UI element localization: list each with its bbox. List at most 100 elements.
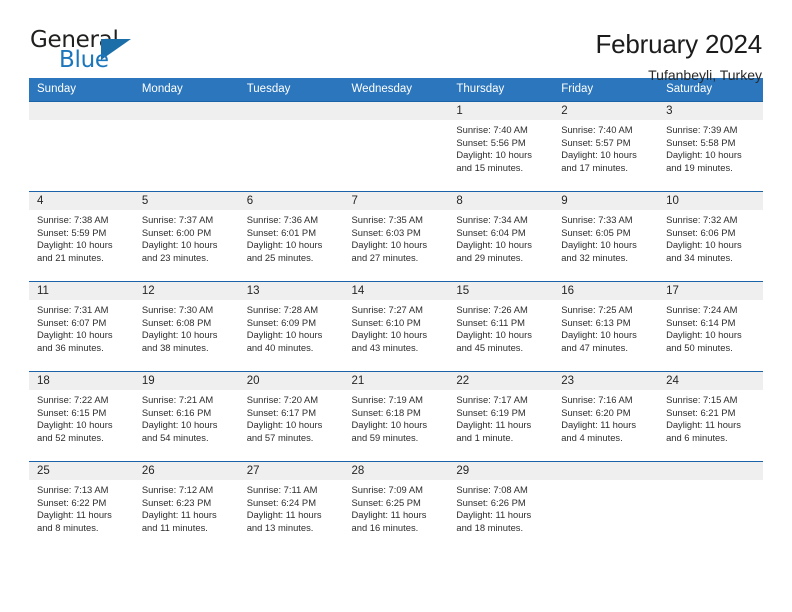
day-sunset-text: Sunset: 6:10 PM — [351, 316, 421, 328]
day-sunrise-text: Sunrise: 7:20 AM — [246, 394, 319, 405]
day-daylight-1-text: Daylight: 11 hours — [561, 419, 637, 431]
day-details: Sunrise: 7:08 AM Sunset: 6:26 PM Daylight:… — [448, 480, 553, 534]
day-daylight-2-text: and 21 minutes. — [37, 251, 104, 263]
day-number — [658, 462, 763, 480]
calendar-day-cell[interactable]: 12 Sunrise: 7:30 AM Sunset: 6:08 PM Dayligh… — [133, 281, 239, 372]
day-sunrise-text: Sunrise: 7:15 AM — [666, 394, 738, 405]
day-sunrise-text: Sunrise: 7:28 AM — [246, 304, 319, 315]
day-number: 24 — [658, 372, 763, 390]
day-daylight-2-text: and 13 minutes. — [246, 521, 314, 533]
day-daylight-2-text: and 27 minutes. — [351, 251, 419, 263]
calendar-cell-empty — [29, 101, 134, 192]
day-details: Sunrise: 7:11 AM Sunset: 6:24 PM Daylight:… — [239, 480, 344, 534]
day-daylight-2-text: and 17 minutes. — [561, 161, 628, 173]
day-details: Sunrise: 7:15 AM Sunset: 6:21 PM Daylight:… — [658, 390, 763, 444]
day-sunrise-text: Sunrise: 7:40 AM — [561, 124, 633, 135]
calendar-day-cell[interactable]: 27 Sunrise: 7:11 AM Sunset: 6:24 PM Dayligh… — [238, 461, 344, 550]
calendar-week-row: 1 Sunrise: 7:40 AM Sunset: 5:56 PM Daylight… — [29, 101, 763, 192]
day-daylight-2-text: and 8 minutes. — [37, 521, 99, 533]
day-sunrise-text: Sunrise: 7:39 AM — [666, 124, 738, 135]
calendar-day-cell[interactable]: 28 Sunrise: 7:09 AM Sunset: 6:25 PM Dayligh… — [343, 461, 449, 550]
day-details: Sunrise: 7:40 AM Sunset: 5:57 PM Daylight:… — [553, 120, 658, 174]
calendar-day-cell[interactable]: 9 Sunrise: 7:33 AM Sunset: 6:05 PM Daylight… — [553, 191, 659, 282]
day-sunrise-text: Sunrise: 7:25 AM — [561, 304, 633, 315]
day-sunset-text: Sunset: 6:22 PM — [37, 496, 107, 508]
calendar-day-cell[interactable]: 5 Sunrise: 7:37 AM Sunset: 6:00 PM Daylight… — [133, 191, 239, 282]
day-daylight-2-text: and 15 minutes. — [456, 161, 524, 173]
title-block: February 2024 Tufanbeyli, Turkey — [595, 27, 762, 83]
day-number: 23 — [553, 372, 659, 390]
day-daylight-2-text: and 43 minutes. — [351, 341, 419, 353]
day-details: Sunrise: 7:28 AM Sunset: 6:09 PM Daylight:… — [239, 300, 344, 354]
calendar-day-cell[interactable]: 10 Sunrise: 7:32 AM Sunset: 6:06 PM Dayligh… — [658, 191, 763, 282]
day-daylight-1-text: Daylight: 10 hours — [351, 419, 428, 431]
day-details — [29, 120, 134, 124]
calendar-day-cell[interactable]: 11 Sunrise: 7:31 AM Sunset: 6:07 PM Dayligh… — [29, 281, 134, 372]
day-daylight-1-text: Daylight: 10 hours — [37, 329, 113, 341]
calendar-day-cell[interactable]: 20 Sunrise: 7:20 AM Sunset: 6:17 PM Dayligh… — [238, 371, 344, 462]
calendar-day-cell[interactable]: 24 Sunrise: 7:15 AM Sunset: 6:21 PM Dayligh… — [658, 371, 763, 462]
calendar-day-cell[interactable]: 25 Sunrise: 7:13 AM Sunset: 6:22 PM Dayligh… — [29, 461, 134, 550]
weekday-header-thursday: Thursday — [448, 78, 554, 102]
day-daylight-2-text: and 23 minutes. — [141, 251, 209, 263]
calendar-day-cell[interactable]: 29 Sunrise: 7:08 AM Sunset: 6:26 PM Dayligh… — [448, 461, 554, 550]
day-daylight-1-text: Daylight: 11 hours — [351, 509, 427, 521]
calendar-day-cell[interactable]: 22 Sunrise: 7:17 AM Sunset: 6:19 PM Dayligh… — [448, 371, 554, 462]
day-daylight-2-text: and 19 minutes. — [666, 161, 733, 173]
calendar-day-cell[interactable]: 2 Sunrise: 7:40 AM Sunset: 5:57 PM Daylight… — [553, 101, 659, 192]
calendar-body: 1 Sunrise: 7:40 AM Sunset: 5:56 PM Daylight… — [29, 101, 763, 550]
day-sunset-text: Sunset: 6:03 PM — [351, 226, 421, 238]
day-daylight-1-text: Daylight: 10 hours — [456, 329, 532, 341]
day-daylight-2-text: and 18 minutes. — [456, 521, 524, 533]
calendar-day-cell[interactable]: 4 Sunrise: 7:38 AM Sunset: 5:59 PM Daylight… — [29, 191, 134, 282]
day-sunset-text: Sunset: 6:14 PM — [666, 316, 736, 328]
day-daylight-1-text: Daylight: 10 hours — [37, 239, 113, 251]
day-sunset-text: Sunset: 5:56 PM — [456, 136, 526, 148]
day-details: Sunrise: 7:20 AM Sunset: 6:17 PM Daylight:… — [239, 390, 344, 444]
calendar-day-cell[interactable]: 18 Sunrise: 7:22 AM Sunset: 6:15 PM Dayligh… — [29, 371, 134, 462]
calendar-day-cell[interactable]: 6 Sunrise: 7:36 AM Sunset: 6:01 PM Daylight… — [238, 191, 344, 282]
day-sunrise-text: Sunrise: 7:31 AM — [37, 304, 109, 315]
day-daylight-1-text: Daylight: 10 hours — [456, 239, 532, 251]
calendar-day-cell[interactable]: 17 Sunrise: 7:24 AM Sunset: 6:14 PM Dayligh… — [658, 281, 763, 372]
day-sunrise-text: Sunrise: 7:08 AM — [456, 484, 528, 495]
calendar-day-cell[interactable]: 3 Sunrise: 7:39 AM Sunset: 5:58 PM Daylight… — [658, 101, 763, 192]
calendar-day-cell[interactable]: 19 Sunrise: 7:21 AM Sunset: 6:16 PM Dayligh… — [133, 371, 239, 462]
day-number — [133, 102, 239, 120]
calendar-day-cell[interactable]: 26 Sunrise: 7:12 AM Sunset: 6:23 PM Dayligh… — [133, 461, 239, 550]
day-sunrise-text: Sunrise: 7:21 AM — [141, 394, 214, 405]
calendar-day-cell[interactable]: 8 Sunrise: 7:34 AM Sunset: 6:04 PM Daylight… — [448, 191, 554, 282]
day-sunrise-text: Sunrise: 7:13 AM — [37, 484, 109, 495]
calendar-day-cell[interactable]: 14 Sunrise: 7:27 AM Sunset: 6:10 PM Dayligh… — [343, 281, 449, 372]
calendar-day-cell[interactable]: 23 Sunrise: 7:16 AM Sunset: 6:20 PM Dayligh… — [553, 371, 659, 462]
calendar-week-row: 18 Sunrise: 7:22 AM Sunset: 6:15 PM Dayligh… — [29, 371, 763, 462]
day-details: Sunrise: 7:16 AM Sunset: 6:20 PM Daylight:… — [553, 390, 658, 444]
day-sunrise-text: Sunrise: 7:26 AM — [456, 304, 528, 315]
calendar-day-cell[interactable]: 21 Sunrise: 7:19 AM Sunset: 6:18 PM Dayligh… — [343, 371, 449, 462]
day-daylight-1-text: Daylight: 10 hours — [561, 239, 637, 251]
day-number — [238, 102, 344, 120]
calendar-cell-empty — [658, 461, 763, 550]
calendar-day-cell[interactable]: 7 Sunrise: 7:35 AM Sunset: 6:03 PM Daylight… — [343, 191, 449, 282]
day-number — [343, 102, 449, 120]
day-daylight-2-text: and 45 minutes. — [456, 341, 524, 353]
weekday-header-tuesday: Tuesday — [238, 78, 344, 102]
day-details — [134, 120, 239, 124]
page-subtitle: Tufanbeyli, Turkey — [648, 67, 762, 83]
calendar-day-cell[interactable]: 13 Sunrise: 7:28 AM Sunset: 6:09 PM Dayligh… — [238, 281, 344, 372]
day-daylight-2-text: and 16 minutes. — [351, 521, 419, 533]
day-number: 2 — [553, 102, 659, 120]
calendar-day-cell[interactable]: 1 Sunrise: 7:40 AM Sunset: 5:56 PM Daylight… — [448, 101, 554, 192]
day-details: Sunrise: 7:34 AM Sunset: 6:04 PM Daylight:… — [448, 210, 553, 264]
day-details: Sunrise: 7:35 AM Sunset: 6:03 PM Daylight:… — [344, 210, 449, 264]
day-daylight-2-text: and 54 minutes. — [141, 431, 209, 443]
calendar-day-cell[interactable]: 16 Sunrise: 7:25 AM Sunset: 6:13 PM Dayligh… — [553, 281, 659, 372]
day-number: 3 — [658, 102, 763, 120]
day-sunset-text: Sunset: 6:24 PM — [246, 496, 316, 508]
general-blue-logo[interactable]: General Blue — [30, 27, 146, 73]
day-number: 26 — [133, 462, 239, 480]
day-daylight-2-text: and 6 minutes. — [666, 431, 728, 443]
day-sunset-text: Sunset: 6:05 PM — [561, 226, 631, 238]
day-sunset-text: Sunset: 6:00 PM — [141, 226, 212, 238]
calendar-day-cell[interactable]: 15 Sunrise: 7:26 AM Sunset: 6:11 PM Dayligh… — [448, 281, 554, 372]
